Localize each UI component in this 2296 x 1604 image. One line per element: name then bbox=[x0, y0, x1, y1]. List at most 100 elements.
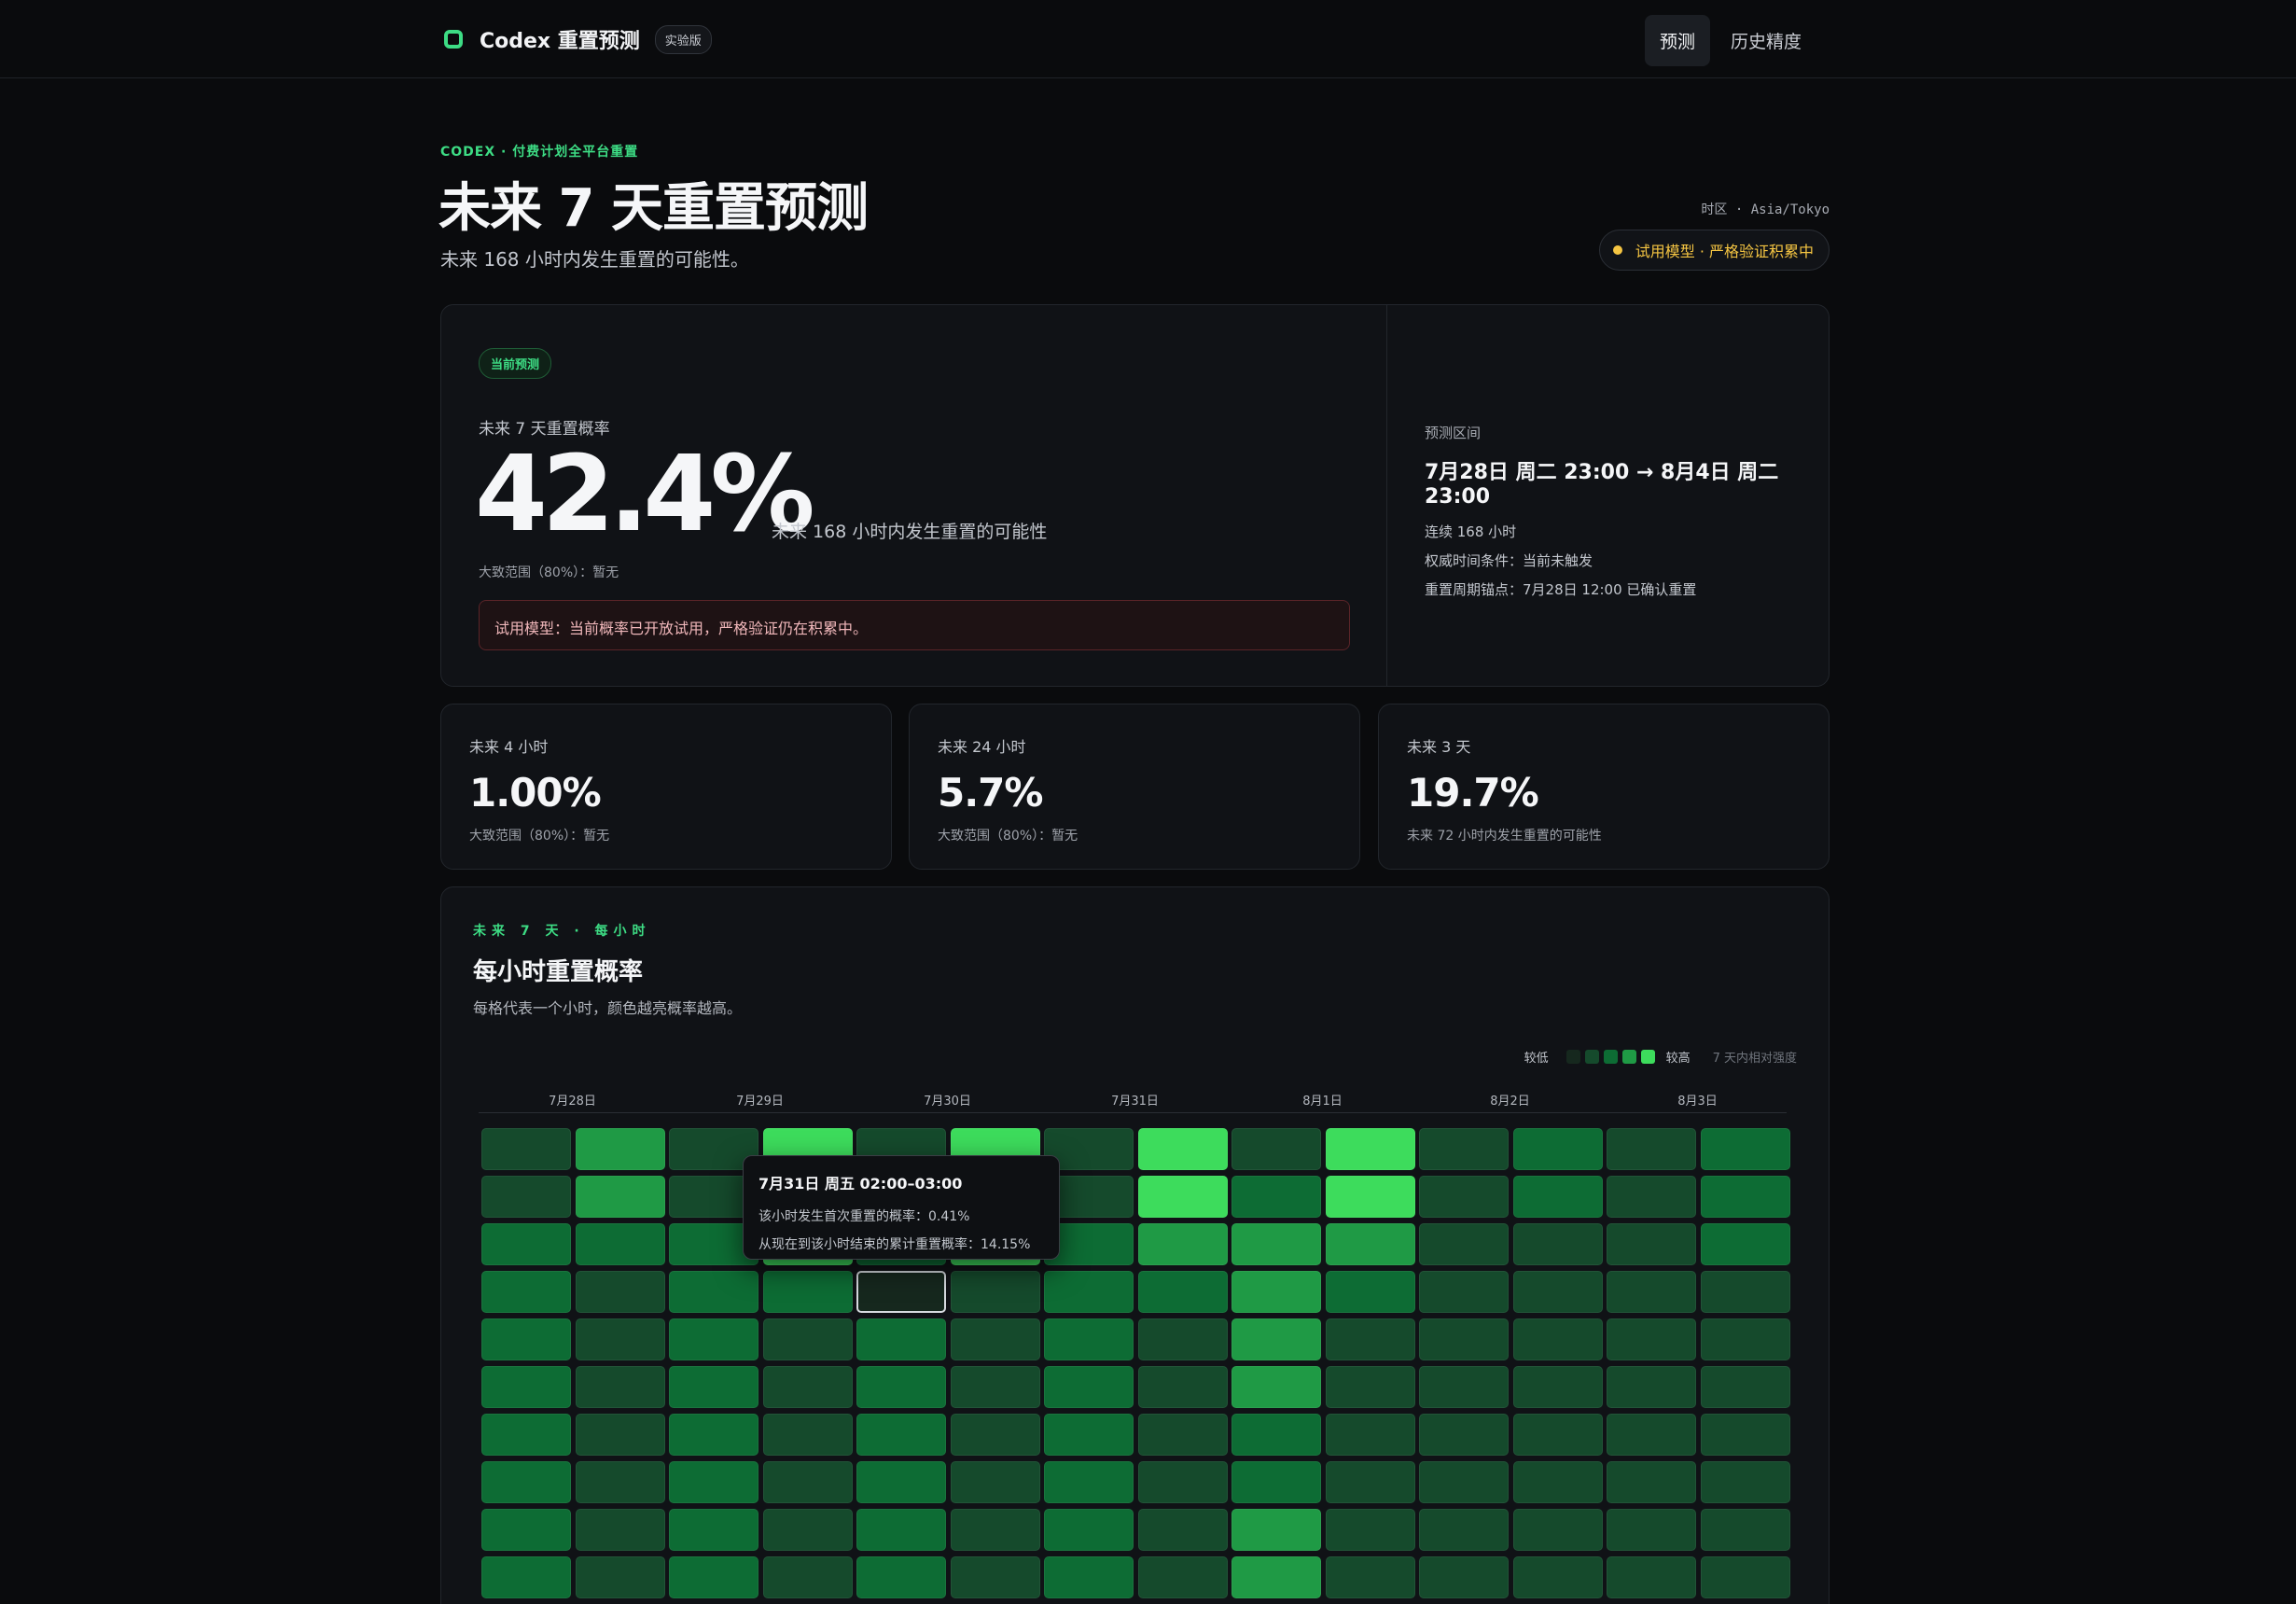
heatmap-cell[interactable] bbox=[1044, 1509, 1134, 1551]
heatmap-cell[interactable] bbox=[856, 1461, 946, 1503]
heatmap-cell[interactable] bbox=[951, 1366, 1040, 1408]
heatmap-cell[interactable] bbox=[951, 1461, 1040, 1503]
heatmap-cell[interactable] bbox=[951, 1318, 1040, 1360]
heatmap-cell[interactable] bbox=[1044, 1461, 1134, 1503]
heatmap-cell[interactable] bbox=[669, 1318, 758, 1360]
heatmap-cell[interactable] bbox=[1044, 1556, 1134, 1598]
heatmap-cell[interactable] bbox=[1231, 1318, 1321, 1360]
heatmap-cell[interactable] bbox=[1231, 1271, 1321, 1313]
heatmap-cell[interactable] bbox=[1701, 1318, 1790, 1360]
heatmap-cell[interactable] bbox=[856, 1509, 946, 1551]
heatmap-cell[interactable] bbox=[481, 1461, 571, 1503]
heatmap-cell[interactable] bbox=[856, 1414, 946, 1456]
heatmap-cell[interactable] bbox=[1326, 1414, 1415, 1456]
heatmap-cell[interactable] bbox=[856, 1556, 946, 1598]
heatmap-cell[interactable] bbox=[1607, 1271, 1696, 1313]
heatmap-cell[interactable] bbox=[1138, 1556, 1228, 1598]
heatmap-cell[interactable] bbox=[669, 1271, 758, 1313]
heatmap-cell[interactable] bbox=[481, 1318, 571, 1360]
heatmap-cell[interactable] bbox=[1138, 1318, 1228, 1360]
heatmap-cell[interactable] bbox=[1326, 1556, 1415, 1598]
heatmap-cell[interactable] bbox=[576, 1366, 665, 1408]
heatmap-cell[interactable] bbox=[576, 1318, 665, 1360]
heatmap-cell[interactable] bbox=[1138, 1128, 1228, 1170]
heatmap-cell[interactable] bbox=[763, 1556, 853, 1598]
heatmap-cell[interactable] bbox=[669, 1556, 758, 1598]
heatmap-cell[interactable] bbox=[1044, 1366, 1134, 1408]
heatmap-cell[interactable] bbox=[1138, 1366, 1228, 1408]
heatmap-cell[interactable] bbox=[481, 1128, 571, 1170]
heatmap-cell[interactable] bbox=[1607, 1414, 1696, 1456]
heatmap-cell[interactable] bbox=[1607, 1461, 1696, 1503]
heatmap-cell[interactable] bbox=[951, 1414, 1040, 1456]
heatmap-cell[interactable] bbox=[1044, 1414, 1134, 1456]
heatmap-cell[interactable] bbox=[1419, 1366, 1509, 1408]
heatmap-cell[interactable] bbox=[1138, 1223, 1228, 1265]
heatmap-cell[interactable] bbox=[576, 1556, 665, 1598]
heatmap-cell[interactable] bbox=[1231, 1128, 1321, 1170]
heatmap-cell[interactable] bbox=[1513, 1128, 1603, 1170]
heatmap-cell[interactable] bbox=[576, 1176, 665, 1218]
brand[interactable]: Codex 重置预测 实验版 bbox=[444, 22, 712, 56]
heatmap-cell[interactable] bbox=[1513, 1271, 1603, 1313]
heatmap-cell[interactable] bbox=[669, 1509, 758, 1551]
heatmap-cell[interactable] bbox=[1607, 1366, 1696, 1408]
heatmap-cell[interactable] bbox=[1419, 1318, 1509, 1360]
heatmap-cell[interactable] bbox=[1326, 1318, 1415, 1360]
heatmap-cell[interactable] bbox=[1326, 1366, 1415, 1408]
heatmap-cell[interactable] bbox=[1607, 1318, 1696, 1360]
heatmap-cell[interactable] bbox=[576, 1128, 665, 1170]
heatmap-cell[interactable] bbox=[1513, 1318, 1603, 1360]
heatmap-cell[interactable] bbox=[481, 1556, 571, 1598]
heatmap-cell[interactable] bbox=[669, 1461, 758, 1503]
heatmap-cell[interactable] bbox=[1138, 1176, 1228, 1218]
heatmap-cell[interactable] bbox=[1513, 1366, 1603, 1408]
heatmap-cell[interactable] bbox=[1044, 1318, 1134, 1360]
heatmap-cell[interactable] bbox=[1419, 1271, 1509, 1313]
heatmap-cell[interactable] bbox=[669, 1414, 758, 1456]
heatmap-cell[interactable] bbox=[1701, 1461, 1790, 1503]
heatmap-cell[interactable] bbox=[1513, 1414, 1603, 1456]
heatmap-cell[interactable] bbox=[1138, 1461, 1228, 1503]
heatmap-cell[interactable] bbox=[1419, 1223, 1509, 1265]
heatmap-cell[interactable] bbox=[763, 1366, 853, 1408]
heatmap-cell[interactable] bbox=[481, 1271, 571, 1313]
heatmap-cell[interactable] bbox=[951, 1509, 1040, 1551]
heatmap-cell[interactable] bbox=[1607, 1509, 1696, 1551]
heatmap-cell[interactable] bbox=[1701, 1128, 1790, 1170]
heatmap-cell[interactable] bbox=[1419, 1509, 1509, 1551]
heatmap-cell[interactable] bbox=[576, 1509, 665, 1551]
nav-link-history-accuracy[interactable]: 历史精度 bbox=[1716, 15, 1816, 66]
heatmap-cell[interactable] bbox=[576, 1271, 665, 1313]
heatmap-cell[interactable] bbox=[1607, 1176, 1696, 1218]
heatmap-cell[interactable] bbox=[1044, 1271, 1134, 1313]
heatmap-cell[interactable] bbox=[1607, 1556, 1696, 1598]
heatmap-cell[interactable] bbox=[1231, 1223, 1321, 1265]
heatmap-cell[interactable] bbox=[763, 1271, 853, 1313]
heatmap-cell[interactable] bbox=[1326, 1176, 1415, 1218]
heatmap-cell[interactable] bbox=[1419, 1461, 1509, 1503]
heatmap-cell[interactable] bbox=[1701, 1414, 1790, 1456]
heatmap-cell[interactable] bbox=[576, 1461, 665, 1503]
heatmap-cell[interactable] bbox=[763, 1509, 853, 1551]
heatmap-cell[interactable] bbox=[481, 1223, 571, 1265]
heatmap-cell[interactable] bbox=[1607, 1223, 1696, 1265]
heatmap-cell[interactable] bbox=[1419, 1128, 1509, 1170]
heatmap-cell[interactable] bbox=[481, 1509, 571, 1551]
heatmap-cell[interactable] bbox=[669, 1366, 758, 1408]
heatmap-cell[interactable] bbox=[1701, 1223, 1790, 1265]
heatmap-cell[interactable] bbox=[1326, 1271, 1415, 1313]
heatmap-cell[interactable] bbox=[951, 1556, 1040, 1598]
heatmap-cell[interactable] bbox=[576, 1414, 665, 1456]
heatmap-cell[interactable] bbox=[1138, 1271, 1228, 1313]
heatmap-cell[interactable] bbox=[1701, 1271, 1790, 1313]
heatmap-cell[interactable] bbox=[856, 1366, 946, 1408]
heatmap-cell[interactable] bbox=[951, 1271, 1040, 1313]
heatmap-cell[interactable] bbox=[1607, 1128, 1696, 1170]
heatmap-cell[interactable] bbox=[1326, 1461, 1415, 1503]
heatmap-cell[interactable] bbox=[1231, 1176, 1321, 1218]
heatmap-cell[interactable] bbox=[576, 1223, 665, 1265]
heatmap-cell[interactable] bbox=[856, 1318, 946, 1360]
heatmap-cell[interactable] bbox=[1513, 1509, 1603, 1551]
nav-link-forecast[interactable]: 预测 bbox=[1644, 15, 1710, 66]
